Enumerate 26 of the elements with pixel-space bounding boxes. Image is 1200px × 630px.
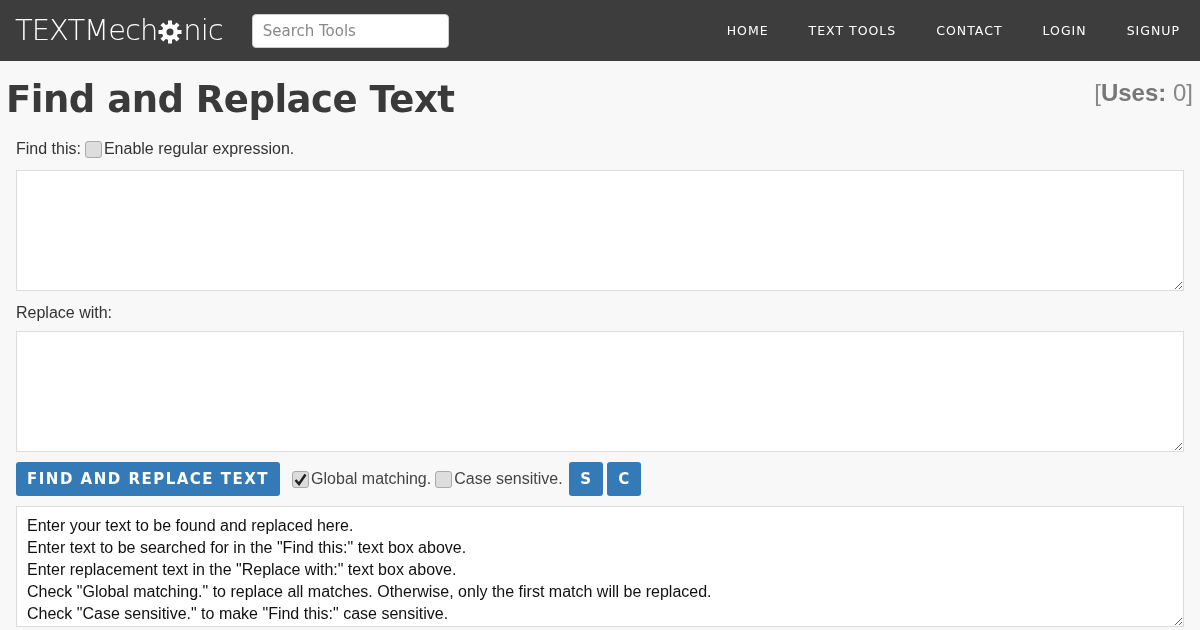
- nav-link[interactable]: SIGNUP: [1106, 23, 1200, 38]
- checkbox-label: Enable regular expression.: [103, 140, 295, 158]
- checkbox[interactable]: [292, 470, 310, 488]
- nav-link[interactable]: TEXT TOOLS: [788, 23, 917, 38]
- checkmark-icon: [294, 472, 308, 486]
- nav-link[interactable]: HOME: [706, 23, 789, 38]
- checkbox-label: Case sensitive.: [454, 470, 563, 488]
- field-label: Replace with:: [16, 304, 113, 322]
- uses-counter: [Uses: 0]: [1094, 79, 1193, 107]
- gear-icon: [158, 20, 183, 44]
- field-label: Find this:: [16, 140, 81, 158]
- checkbox[interactable]: [84, 140, 102, 158]
- text-input-area[interactable]: Enter your text to be found and replaced here. Enter text to be searched for in the "Find this:" text box above. Enter replacement text in the "Replace with:" text box above. Check "Global matching." to replace all matches. Otherwise, only the first match will be replaced. Check "Case sensitive." to make "Find this:" case sensitive.: [16, 506, 1184, 627]
- action-button[interactable]: C: [606, 462, 641, 496]
- logo-text: nic: [183, 16, 223, 45]
- checkbox-label: Global matching.: [311, 470, 432, 488]
- logo-text: TEXTMech: [15, 16, 158, 45]
- find-field[interactable]: [16, 170, 1184, 291]
- replace-field[interactable]: [16, 331, 1184, 452]
- search-field[interactable]: Search Tools: [251, 13, 449, 48]
- page-title: Find and Replace Text: [6, 78, 455, 121]
- find-replace-button[interactable]: FIND AND REPLACE TEXT: [16, 462, 281, 496]
- action-button[interactable]: S: [568, 462, 603, 496]
- nav-link[interactable]: LOGIN: [1022, 23, 1107, 38]
- nav-link[interactable]: CONTACT: [916, 23, 1023, 38]
- checkbox[interactable]: [435, 470, 453, 488]
